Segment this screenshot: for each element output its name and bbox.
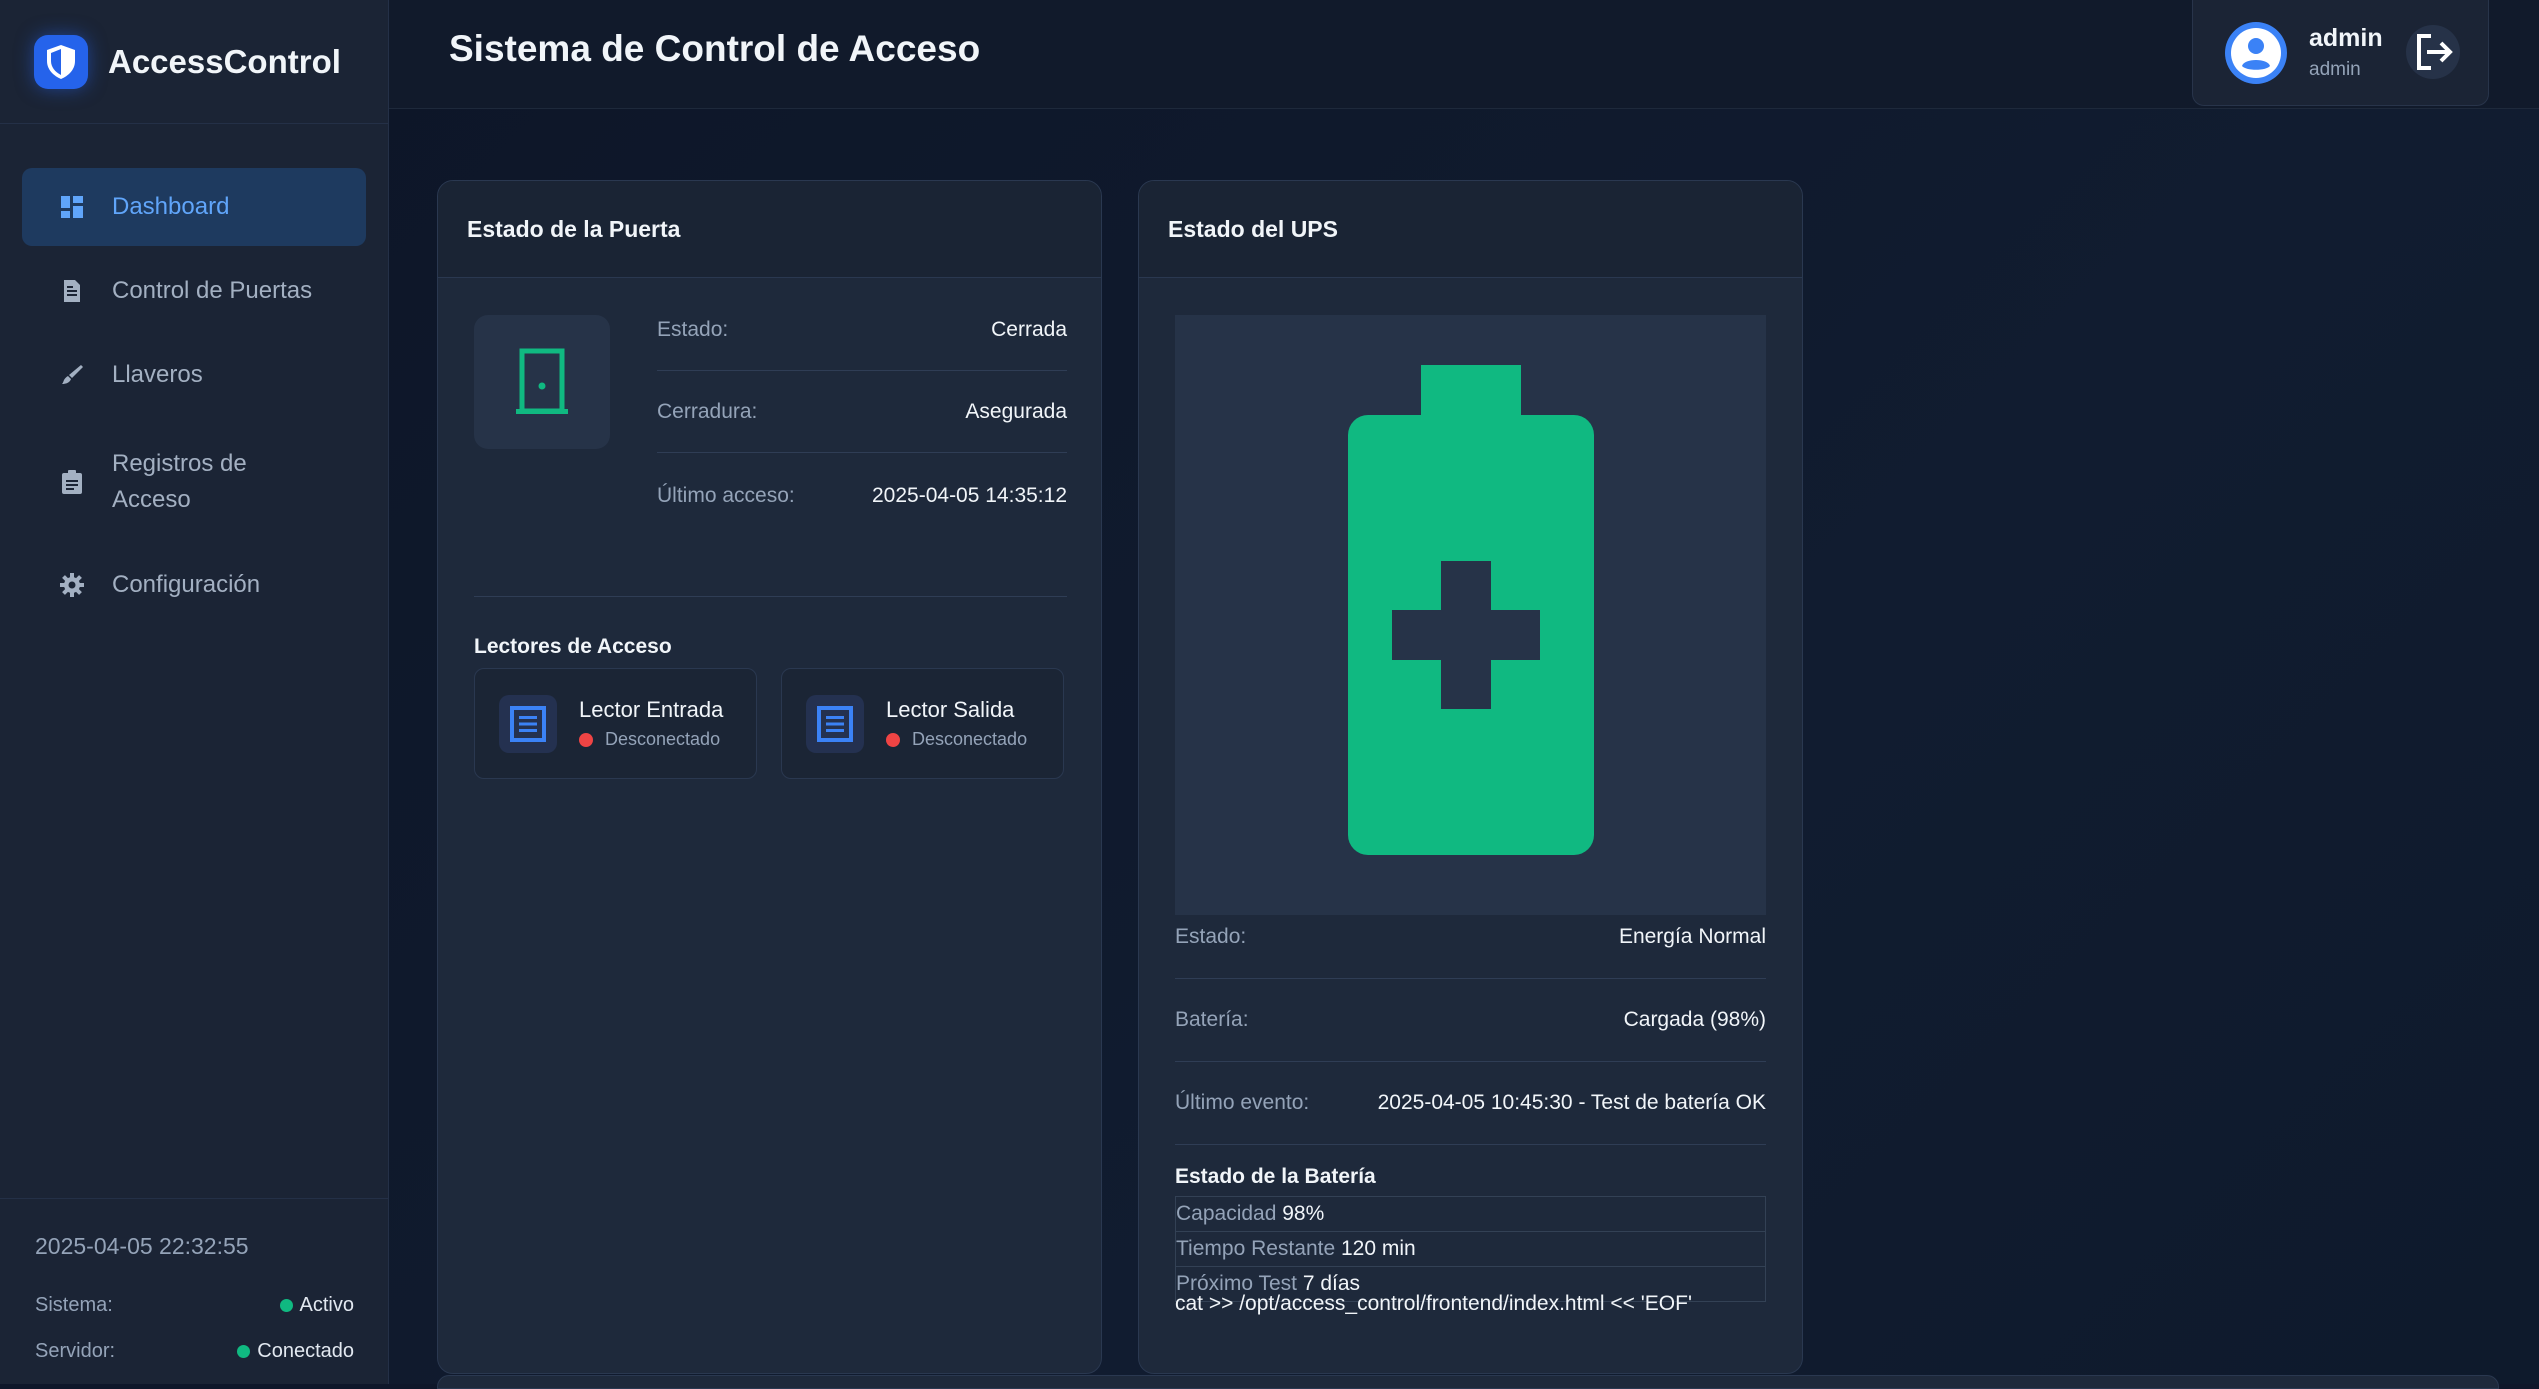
sidebar-item-label: Control de Puertas [112, 277, 313, 304]
door-estado-value: Cerrada [991, 317, 1067, 341]
brush-icon [58, 361, 86, 389]
battery-status-title: Estado de la Batería [1175, 1165, 1376, 1188]
reader-card-entrada[interactable]: Lector Entrada Desconectado [474, 668, 757, 779]
door-cerradura-value: Asegurada [965, 399, 1067, 423]
battery-capacity-cell: Capacidad 98% [1175, 1196, 1766, 1232]
reader-status: Desconectado [579, 729, 723, 750]
door-cerradura-row: Cerradura: Asegurada [657, 371, 1067, 453]
brand[interactable]: AccessControl [0, 0, 388, 124]
sidebar-item-llaveros[interactable]: Llaveros [22, 336, 366, 414]
logout-icon [2417, 34, 2453, 70]
door-ultimo-acceso-label: Último acceso: [657, 484, 795, 507]
door-ultimo-acceso-row: Último acceso: 2025-04-05 14:35:12 [657, 455, 1067, 537]
system-status: Sistema: Activo [35, 1282, 354, 1328]
ups-ultimo-evento-label: Último evento: [1175, 1091, 1310, 1114]
user-role: admin [2309, 59, 2361, 80]
sidebar-item-label: Llaveros [112, 361, 203, 388]
door-status-card: Estado de la Puerta Estado: Cerrada Cerr… [437, 180, 1102, 1374]
door-estado-label: Estado: [657, 317, 729, 341]
document-icon [58, 277, 86, 305]
sidebar-item-configuracion[interactable]: Configuración [22, 546, 366, 624]
reader-text: Lector Entrada Desconectado [579, 697, 723, 750]
current-datetime: 2025-04-05 22:32:55 [35, 1233, 249, 1259]
door-estado-row: Estado: Cerrada [657, 289, 1067, 371]
server-status-value: Conectado [237, 1340, 354, 1363]
server-status-label: Servidor: [35, 1339, 116, 1362]
battery-status-table: Capacidad 98% Tiempo Restante 120 min Pr… [1175, 1196, 1766, 1302]
user-name: admin [2309, 24, 2383, 52]
table-row: Tiempo Restante 120 min [1175, 1231, 1766, 1267]
next-card-edge [437, 1375, 2499, 1389]
ups-estado-value: Energía Normal [1618, 925, 1766, 948]
reader-name: Lector Entrada [579, 697, 724, 722]
sidebar-footer: 2025-04-05 22:32:55 Sistema: Activo Serv… [0, 1198, 388, 1384]
reader-status: Desconectado [886, 729, 1027, 750]
battery-time-label: Tiempo Restante [1176, 1237, 1336, 1260]
status-dot-icon [886, 732, 900, 747]
sidebar-item-label: Configuración [112, 571, 261, 598]
ups-bateria-value: Cargada (98%) [1623, 1008, 1766, 1031]
ups-ultimo-evento-row: Último evento: 2025-04-05 10:45:30 - Tes… [1175, 1062, 1766, 1145]
battery-capacity-label: Capacidad [1176, 1202, 1277, 1225]
sidebar-item-label: Dashboard [112, 193, 230, 220]
reader-text: Lector Salida Desconectado [886, 697, 1027, 750]
door-card-title: Estado de la Puerta [438, 181, 1101, 278]
ups-card-title: Estado del UPS [1139, 181, 1802, 278]
user-info: admin admin [2309, 24, 2383, 81]
stray-text: cat >> /opt/access_control/frontend/inde… [1175, 1292, 1692, 1315]
ups-bateria-row: Batería: Cargada (98%) [1175, 979, 1766, 1062]
app-name: AccessControl [108, 42, 341, 80]
system-status-label: Sistema: [35, 1293, 113, 1316]
gear-icon [58, 571, 86, 599]
reader-icon [806, 694, 864, 753]
battery-time-cell: Tiempo Restante 120 min [1175, 1231, 1766, 1267]
reader-icon [499, 694, 557, 753]
reader-card-salida[interactable]: Lector Salida Desconectado [781, 668, 1064, 779]
door-cerradura-label: Cerradura: [657, 399, 758, 423]
door-icon [474, 315, 610, 449]
reader-status-text: Desconectado [912, 729, 1028, 749]
system-status-value: Activo [279, 1293, 354, 1317]
sidebar-item-dashboard[interactable]: Dashboard [22, 168, 366, 246]
user-menu[interactable]: admin admin [2192, 0, 2489, 106]
clipboard-icon [58, 468, 86, 496]
readers-title: Lectores de Acceso [474, 635, 672, 658]
topbar: Sistema de Control de Acceso admin admin [389, 0, 2539, 109]
system-status-text: Activo [299, 1293, 354, 1316]
battery-time-value: 120 min [1340, 1237, 1416, 1260]
door-ultimo-acceso-value: 2025-04-05 14:35:12 [872, 484, 1067, 507]
server-status-text: Conectado [257, 1339, 354, 1362]
shield-icon [34, 34, 88, 89]
reader-status-text: Desconectado [605, 729, 721, 749]
battery-capacity-value: 98% [1282, 1202, 1325, 1225]
status-dot-icon [579, 732, 593, 747]
sidebar-item-control-de-puertas[interactable]: Control de Puertas [22, 252, 366, 330]
status-dot-icon [237, 1344, 251, 1358]
ups-estado-label: Estado: [1175, 925, 1247, 948]
ups-status-card: Estado del UPS Estado: Energía Normal Ba… [1138, 180, 1803, 1374]
sidebar-item-registros-de-acceso[interactable]: Registros de Acceso [22, 420, 366, 544]
sidebar: AccessControl Dashboard Control de Puert… [0, 0, 389, 1384]
sidebar-item-label: Registros de Acceso [112, 450, 247, 513]
user-avatar-icon[interactable] [2225, 21, 2287, 84]
main-content: Sistema de Control de Acceso admin admin… [389, 0, 2539, 1389]
reader-name: Lector Salida [886, 697, 1015, 722]
logout-button[interactable] [2406, 25, 2460, 79]
server-status: Servidor: Conectado [35, 1328, 354, 1374]
table-row: Capacidad 98% [1175, 1196, 1766, 1232]
battery-charging-icon [1175, 315, 1766, 915]
ups-estado-row: Estado: Energía Normal [1175, 896, 1766, 979]
page-title: Sistema de Control de Acceso [449, 28, 981, 69]
ups-ultimo-evento-value: 2025-04-05 10:45:30 - Test de batería OK [1377, 1091, 1766, 1114]
ups-bateria-label: Batería: [1175, 1008, 1249, 1031]
divider [474, 596, 1067, 597]
sidebar-nav: Dashboard Control de Puertas Llaveros Re… [0, 124, 388, 624]
dashboard-icon [58, 193, 86, 221]
status-dot-icon [279, 1298, 293, 1312]
